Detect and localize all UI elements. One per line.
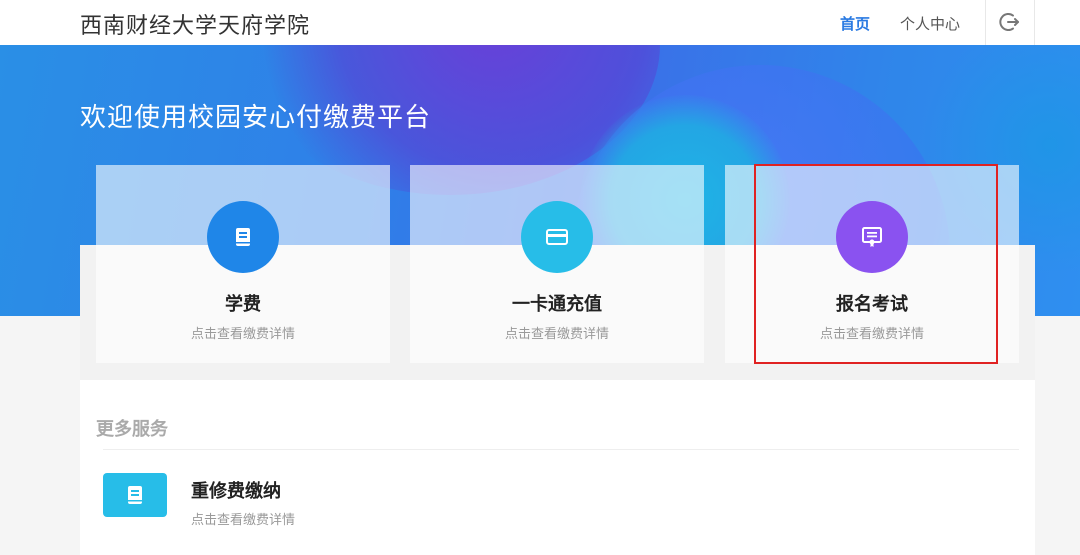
card-title: 学费	[225, 294, 261, 315]
hero-title: 欢迎使用校园安心付缴费平台	[80, 103, 432, 133]
top-nav-bar: 西南财经大学天府学院 首页 个人中心	[0, 0, 1080, 45]
card-subtitle: 点击查看缴费详情	[190, 327, 295, 342]
nav-divider	[985, 0, 986, 45]
card-icon	[521, 201, 593, 273]
book-icon[interactable]	[103, 473, 167, 517]
logout-icon[interactable]	[998, 10, 1022, 34]
service-item-title[interactable]: 重修费缴纳	[191, 477, 281, 503]
highlight-box	[754, 164, 998, 364]
book-icon	[207, 201, 279, 273]
brand-title: 西南财经大学天府学院	[80, 14, 311, 39]
more-services-heading: 更多服务	[96, 419, 168, 440]
card-tuition[interactable]: 学费 点击查看缴费详情	[96, 165, 390, 363]
more-services-panel	[80, 380, 1035, 555]
card-subtitle: 点击查看缴费详情	[504, 327, 609, 342]
card-title: 一卡通充值	[512, 294, 602, 315]
divider	[103, 449, 1019, 450]
nav-home-link[interactable]: 首页	[840, 13, 870, 34]
service-item-subtitle: 点击查看缴费详情	[191, 513, 296, 528]
nav-personal-center-link[interactable]: 个人中心	[900, 13, 960, 34]
nav-divider	[1034, 0, 1035, 45]
card-campus-card-recharge[interactable]: 一卡通充值 点击查看缴费详情	[410, 165, 704, 363]
